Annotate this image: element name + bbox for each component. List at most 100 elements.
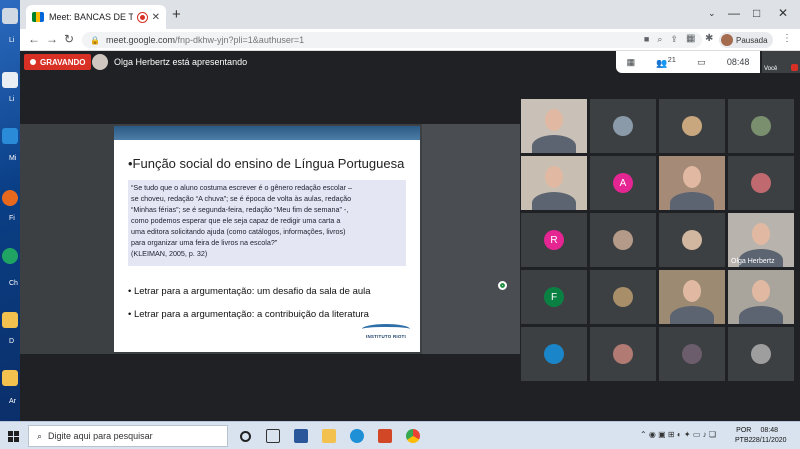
- participant-tile[interactable]: [727, 98, 795, 154]
- participant-avatar: [544, 344, 564, 364]
- logo-wave-icon: [362, 324, 410, 334]
- search-icon: ⌕: [37, 430, 43, 441]
- slide-bullet: • Letrar para a argumentação: a contribu…: [128, 309, 369, 320]
- edge-icon[interactable]: [350, 429, 364, 443]
- windows-start-icon[interactable]: [8, 431, 19, 442]
- participant-tile[interactable]: A: [589, 155, 657, 211]
- search-placeholder: Digite aqui para pesquisar: [48, 431, 153, 441]
- profile-button[interactable]: Pausada: [719, 32, 773, 48]
- participant-body: [739, 306, 783, 324]
- presenter-info: Olga Herbertz está apresentando: [92, 54, 247, 70]
- forward-icon[interactable]: →: [46, 32, 58, 46]
- participant-tile[interactable]: [520, 155, 588, 211]
- layout-icon[interactable]: ▦: [627, 57, 636, 68]
- folder-desktop-icon-2[interactable]: [2, 370, 18, 386]
- participant-body: [532, 135, 576, 153]
- participant-tile[interactable]: [589, 212, 657, 268]
- system-tray[interactable]: ⌃ ◉ ▣ ⊞ ◐ ✦ ▭ ♪ ❏: [640, 430, 716, 439]
- participant-initial-avatar: R: [544, 230, 564, 250]
- participant-tile[interactable]: [658, 155, 726, 211]
- tab-close-icon[interactable]: ✕: [152, 12, 160, 23]
- camera-icon[interactable]: ■: [644, 34, 649, 45]
- participant-tile[interactable]: [589, 98, 657, 154]
- chrome-desktop-icon[interactable]: [2, 248, 18, 264]
- maximize-button[interactable]: □: [753, 6, 760, 20]
- participant-tile[interactable]: [520, 98, 588, 154]
- zoom-icon[interactable]: ⌕: [657, 34, 662, 45]
- participant-tile[interactable]: [520, 326, 588, 382]
- participant-avatar: [613, 116, 633, 136]
- participant-tile[interactable]: [658, 326, 726, 382]
- edge-desktop-icon[interactable]: [2, 128, 18, 144]
- url-path: /fnp-dkhw-yjn?pli=1&authuser=1: [175, 35, 305, 45]
- chrome-icon[interactable]: [406, 429, 420, 443]
- minimize-button[interactable]: —: [728, 6, 740, 20]
- self-view-tile[interactable]: Você: [762, 51, 800, 73]
- participant-face: [683, 166, 701, 188]
- participant-initial-avatar: F: [544, 287, 564, 307]
- powerpoint-icon[interactable]: [378, 429, 392, 443]
- participants-button[interactable]: 👥21: [656, 55, 676, 69]
- new-tab-button[interactable]: +: [172, 6, 181, 23]
- desktop-icon-label: Ar: [9, 398, 16, 405]
- participant-tile[interactable]: [727, 269, 795, 325]
- participants-count: 21: [667, 55, 676, 64]
- word-icon[interactable]: [294, 429, 308, 443]
- participant-face: [545, 166, 563, 188]
- participant-tile[interactable]: Olga Herbertz: [727, 212, 795, 268]
- tab-title: Meet: BANCAS DE TCC SALA: [49, 12, 133, 22]
- speaking-indicator-icon: [498, 281, 507, 290]
- tab-search-icon[interactable]: ⌄: [708, 8, 716, 19]
- share-icon[interactable]: ⇪: [670, 34, 678, 45]
- participant-tile[interactable]: R: [520, 212, 588, 268]
- system-clock[interactable]: 08:48 28/11/2020: [752, 426, 787, 446]
- slide-quote: “Se tudo que o aluno costuma escrever é …: [128, 180, 406, 266]
- close-window-button[interactable]: ✕: [778, 6, 788, 20]
- participant-tile[interactable]: [658, 212, 726, 268]
- logo-text: INSTITUTO RIOTI: [366, 334, 406, 339]
- presentation-area: •Função social do ensino de Língua Portu…: [20, 124, 520, 354]
- chat-icon[interactable]: ▭: [697, 57, 706, 68]
- back-icon[interactable]: ←: [28, 32, 40, 46]
- participant-tile[interactable]: [727, 155, 795, 211]
- tab-meet[interactable]: Meet: BANCAS DE TCC SALA ✕: [26, 5, 166, 29]
- participant-name: Olga Herbertz: [731, 258, 775, 265]
- self-muted-icon: [791, 64, 798, 71]
- slide-header-band: [114, 126, 420, 140]
- participant-face: [683, 280, 701, 302]
- file-explorer-icon[interactable]: [322, 429, 336, 443]
- firefox-desktop-icon[interactable]: [2, 190, 18, 206]
- slide-title: •Função social do ensino de Língua Portu…: [128, 156, 405, 171]
- tab-strip: Meet: BANCAS DE TCC SALA ✕ + ⌄ — □ ✕: [20, 0, 800, 29]
- instituto-logo: INSTITUTO RIOTI: [362, 324, 410, 339]
- participant-grid: A R Olga Herbertz F: [520, 98, 796, 382]
- lang-secondary: PTB2: [735, 437, 753, 444]
- language-indicator[interactable]: POR PTB2: [735, 426, 753, 446]
- participant-tile[interactable]: [658, 269, 726, 325]
- task-view-icon[interactable]: [240, 431, 251, 442]
- reload-icon[interactable]: ↻: [64, 32, 74, 46]
- address-bar[interactable]: 🔒 meet.google.com /fnp-dkhw-yjn?pli=1&au…: [82, 32, 702, 48]
- menu-kebab-icon[interactable]: ⋮: [782, 33, 792, 44]
- presenter-avatar: [92, 54, 108, 70]
- desktop-icon-label: Li: [9, 96, 15, 103]
- desktop-icon-2[interactable]: [2, 72, 18, 88]
- slide: •Função social do ensino de Língua Portu…: [114, 126, 420, 352]
- participant-avatar: [613, 230, 633, 250]
- participant-tile[interactable]: F: [520, 269, 588, 325]
- participant-tile[interactable]: [727, 326, 795, 382]
- extensions-puzzle-icon[interactable]: ✱: [705, 33, 713, 44]
- lang-primary: POR: [736, 427, 752, 434]
- taskbar-search[interactable]: ⌕ Digite aqui para pesquisar: [28, 425, 228, 447]
- desktop-icon-label: Fi: [9, 215, 15, 222]
- participant-tile[interactable]: [589, 326, 657, 382]
- recording-label: GRAVANDO: [40, 57, 86, 67]
- participant-tile[interactable]: [589, 269, 657, 325]
- folder-desktop-icon[interactable]: [2, 312, 18, 328]
- participant-tile[interactable]: [658, 98, 726, 154]
- extension-grid-icon[interactable]: ▦: [686, 33, 695, 44]
- google-meet-icon: [32, 12, 44, 22]
- taskview-grid-icon[interactable]: [266, 429, 280, 443]
- presentation-margin: [422, 124, 520, 354]
- desktop-icon-1[interactable]: [2, 8, 18, 24]
